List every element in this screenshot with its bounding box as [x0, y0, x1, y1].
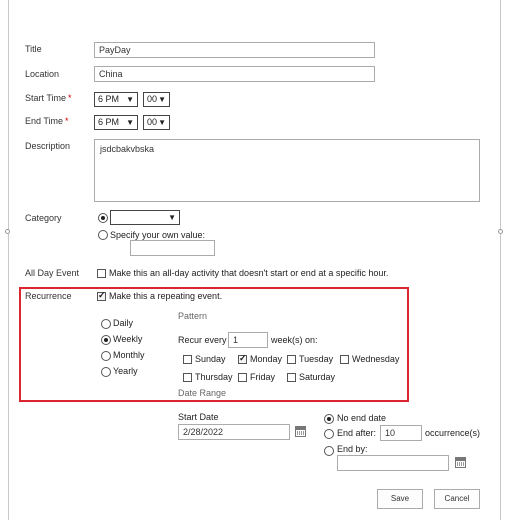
monday-label: Monday — [250, 354, 283, 364]
end-after-input[interactable]: 10 — [380, 425, 422, 441]
sunday-checkbox[interactable] — [183, 355, 192, 364]
start-date-input[interactable]: 2/28/2022 — [178, 424, 290, 440]
chevron-down-icon: ▼ — [168, 213, 176, 222]
category-choice-radio[interactable] — [98, 213, 108, 223]
saturday-checkbox[interactable] — [287, 373, 296, 382]
frame-border-left — [8, 0, 9, 520]
save-button[interactable]: Save — [377, 489, 423, 509]
frame-border-right — [500, 0, 501, 520]
monday-checkbox[interactable] — [238, 353, 247, 364]
end-hour-select[interactable]: 6 PM ▼ — [94, 115, 138, 130]
end-minute-select[interactable]: 00 ▼ — [143, 115, 170, 130]
no-end-date-radio[interactable] — [324, 414, 334, 424]
repeat-event-checkbox[interactable] — [97, 290, 106, 301]
location-input[interactable]: China — [94, 66, 375, 82]
tuesday-checkbox[interactable] — [287, 355, 296, 364]
repeat-event-text: Make this a repeating event. — [109, 291, 223, 301]
chevron-down-icon: ▼ — [126, 118, 134, 127]
start-hour-select[interactable]: 6 PM ▼ — [94, 92, 138, 107]
pattern-label: Pattern — [178, 311, 208, 321]
resize-handle-right[interactable] — [498, 229, 503, 234]
date-range-label: Date Range — [178, 388, 227, 398]
saturday-label: Saturday — [299, 372, 336, 382]
start-time-label: Start Time * — [25, 93, 72, 103]
resize-handle-left[interactable] — [5, 229, 10, 234]
thursday-label: Thursday — [195, 372, 233, 382]
occurrences-label: occurrence(s) — [425, 428, 481, 438]
end-time-label: End Time * — [25, 116, 69, 126]
tuesday-label: Tuesday — [299, 354, 334, 364]
all-day-label: All Day Event — [25, 268, 80, 278]
recur-every-input[interactable]: 1 — [228, 332, 268, 348]
no-end-date-label: No end date — [337, 413, 387, 423]
yearly-radio[interactable] — [101, 367, 111, 377]
sunday-label: Sunday — [195, 354, 226, 364]
chevron-down-icon: ▼ — [158, 118, 166, 127]
cancel-button[interactable]: Cancel — [434, 489, 480, 509]
chevron-down-icon: ▼ — [158, 95, 166, 104]
wednesday-label: Wednesday — [352, 354, 400, 364]
category-select[interactable]: ▼ — [110, 210, 180, 225]
wednesday-checkbox[interactable] — [340, 355, 349, 364]
weekly-label: Weekly — [113, 334, 143, 344]
all-day-text: Make this an all-day activity that doesn… — [109, 268, 389, 278]
description-textarea[interactable]: jsdcbakvbska — [94, 139, 480, 202]
end-after-radio[interactable] — [324, 429, 334, 439]
description-label: Description — [25, 141, 71, 151]
end-after-label: End after: — [337, 428, 377, 438]
start-minute-select[interactable]: 00 ▼ — [143, 92, 170, 107]
calendar-icon[interactable] — [455, 457, 466, 468]
recurrence-label: Recurrence — [25, 291, 72, 301]
start-date-label: Start Date — [178, 412, 219, 422]
category-custom-radio[interactable] — [98, 230, 108, 240]
weeks-on-label: week(s) on: — [271, 335, 318, 345]
required-mark: * — [68, 93, 72, 103]
required-mark: * — [65, 116, 69, 126]
end-by-radio[interactable] — [324, 446, 334, 456]
daily-radio[interactable] — [101, 319, 111, 329]
friday-label: Friday — [250, 372, 276, 382]
end-by-label: End by: — [337, 444, 368, 454]
location-label: Location — [25, 69, 60, 79]
monthly-radio[interactable] — [101, 351, 111, 361]
monthly-label: Monthly — [113, 350, 145, 360]
recur-every-label: Recur every — [178, 335, 227, 345]
calendar-icon[interactable] — [295, 426, 306, 437]
friday-checkbox[interactable] — [238, 373, 247, 382]
daily-label: Daily — [113, 318, 134, 328]
end-by-input[interactable] — [337, 455, 449, 471]
chevron-down-icon: ▼ — [126, 95, 134, 104]
title-input[interactable]: PayDay — [94, 42, 375, 58]
category-custom-input[interactable] — [130, 240, 215, 256]
all-day-checkbox[interactable] — [97, 269, 106, 278]
category-custom-label: Specify your own value: — [110, 230, 206, 240]
weekly-radio[interactable] — [101, 335, 111, 345]
yearly-label: Yearly — [113, 366, 138, 376]
title-label: Title — [25, 44, 42, 54]
thursday-checkbox[interactable] — [183, 373, 192, 382]
category-label: Category — [25, 213, 62, 223]
